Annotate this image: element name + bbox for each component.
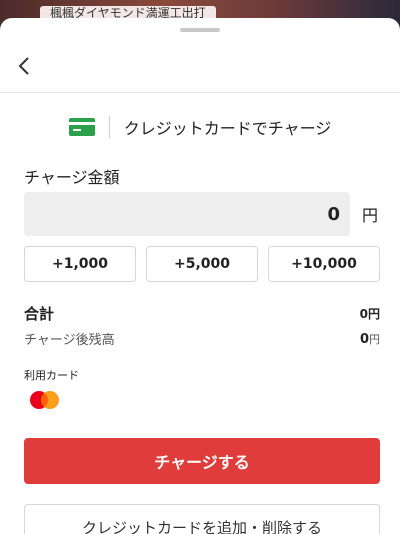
mastercard-icon[interactable] [28,390,62,410]
balance-row: チャージ後残高 0円 [24,329,380,349]
manage-cards-button[interactable]: クレジットカードを追加・削除する [24,504,380,534]
method-title: クレジットカードでチャージ [123,119,332,138]
amount-value: 0 [327,203,340,225]
quick-amount-buttons: +1,000 +5,000 +10,000 [24,246,380,282]
add-5000-button[interactable]: +5,000 [146,246,258,282]
balance-value: 0 [359,331,369,347]
total-value: 0円 [359,307,380,321]
balance-label: チャージ後残高 [24,333,115,348]
amount-input-row: 0 円 [24,192,380,236]
amount-input[interactable]: 0 [24,192,350,236]
header-divider [0,92,400,93]
method-separator [108,116,110,138]
credit-card-icon [68,118,95,136]
balance-value-group: 0円 [360,331,380,347]
charge-bottom-sheet: クレジットカードでチャージ チャージ金額 0 円 +1,000 +5,000 +… [0,18,400,534]
charge-button[interactable]: チャージする [24,438,380,484]
balance-unit: 円 [369,332,380,346]
add-10000-button[interactable]: +10,000 [268,246,380,282]
payment-method-header: クレジットカードでチャージ [0,112,400,142]
drag-handle[interactable] [180,28,220,32]
back-button[interactable] [10,52,38,80]
amount-unit: 円 [362,206,379,225]
chevron-left-icon [18,57,29,75]
total-label: 合計 [24,305,55,323]
add-1000-button[interactable]: +1,000 [24,246,136,282]
total-row: 合計 0円 [24,303,380,324]
charge-amount-label: チャージ金額 [24,168,120,187]
card-label: 利用カード [24,369,79,382]
